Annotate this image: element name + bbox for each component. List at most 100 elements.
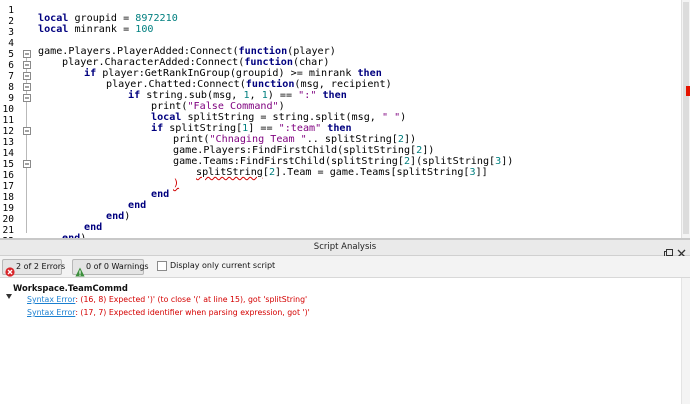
fold-minus-icon[interactable] xyxy=(23,83,31,91)
code-text: player: xyxy=(96,68,145,79)
line-number: 19 xyxy=(2,203,14,214)
editor-vertical-scrollbar[interactable] xyxy=(681,0,690,238)
line-number: 6 xyxy=(8,60,14,71)
code-text: game.Teams: xyxy=(173,156,240,167)
code-line: if splitString[1] == ":team" then xyxy=(151,123,352,134)
warnings-filter-button[interactable]: 0 of 0 Warnings xyxy=(72,259,149,277)
code-text: GetRankInGroup xyxy=(144,68,230,79)
error-row[interactable]: Syntax Error: (16, 8) Expected ')' (to c… xyxy=(27,295,307,304)
code-text: (player) xyxy=(287,46,336,57)
code-line: game.Teams:FindFirstChild(splitString[2]… xyxy=(173,156,513,167)
expanded-triangle-icon[interactable] xyxy=(6,285,12,299)
code-text: ) xyxy=(278,101,285,112)
code-area[interactable]: local groupid = 8972210 local minrank = … xyxy=(38,0,668,238)
code-text: , xyxy=(249,90,262,101)
code-line: if string.sub(msg, 1, 1) == ":" then xyxy=(128,90,347,101)
line-number: 4 xyxy=(8,38,14,49)
keyword: if xyxy=(151,123,164,134)
error-row[interactable]: Syntax Error: (17, 7) Expected identifie… xyxy=(27,308,310,317)
scrollbar-thumb[interactable] xyxy=(683,2,689,234)
errors-filter-button[interactable]: 2 of 2 Errors xyxy=(2,259,65,277)
error-marker[interactable] xyxy=(686,86,690,96)
line-number: 14 xyxy=(2,148,14,159)
code-text: CharacterAdded xyxy=(104,57,190,68)
code-text: (msg, recipient) xyxy=(294,79,392,90)
keyword: then xyxy=(321,123,352,134)
keyword: local xyxy=(38,24,69,35)
code-text: Chatted xyxy=(148,79,192,90)
code-text: groupid xyxy=(68,13,124,24)
code-line: if player:GetRankInGroup(groupid) >= min… xyxy=(84,68,382,79)
code-text: .. splitString[ xyxy=(306,134,398,145)
panel-title: Script Analysis xyxy=(313,242,377,252)
code-line: print("Chnaging Team ".. splitString[2]) xyxy=(173,134,416,145)
code-line: player.CharacterAdded:Connect(function(c… xyxy=(62,57,329,68)
display-only-current-label: Display only current script xyxy=(170,261,276,270)
line-number: 1 xyxy=(8,5,14,16)
keyword: local xyxy=(38,13,69,24)
line-number: 2 xyxy=(8,16,14,27)
code-text: ]) xyxy=(422,145,435,156)
syntax-error-link[interactable]: Syntax Error xyxy=(27,308,75,317)
code-text: FindFirstChild xyxy=(252,145,338,156)
error-icon xyxy=(5,262,15,277)
code-text: :Connect( xyxy=(191,79,246,90)
syntax-error-link[interactable]: Syntax Error xyxy=(27,295,75,304)
panel-titlebar: Script Analysis xyxy=(0,240,690,258)
display-only-current-checkbox[interactable] xyxy=(157,261,167,271)
keyword: if xyxy=(84,68,97,79)
keyword: end xyxy=(128,200,147,211)
script-node-title[interactable]: Workspace.TeamCommd xyxy=(13,283,128,293)
line-number: 17 xyxy=(2,181,14,192)
fold-minus-icon[interactable] xyxy=(23,160,31,168)
panel-vertical-scrollbar[interactable] xyxy=(681,278,690,404)
code-text: (splitString[ xyxy=(324,156,404,167)
code-line: print("False Command") xyxy=(151,101,285,112)
keyword: then xyxy=(357,68,382,79)
fold-minus-icon[interactable] xyxy=(23,94,31,102)
code-text: ].Team = game.Teams[splitString[ xyxy=(275,167,470,178)
code-text: minrank xyxy=(68,24,124,35)
code-line: local groupid = 8972210 xyxy=(38,13,178,24)
line-number: 15 xyxy=(2,159,14,170)
keyword: end xyxy=(151,189,170,200)
fold-minus-icon[interactable] xyxy=(23,50,31,58)
code-text: ]) xyxy=(501,156,514,167)
script-analysis-panel: Script Analysis 2 of 2 Errors 0 of 0 War… xyxy=(0,240,690,404)
code-text: ) xyxy=(400,112,407,123)
string-literal: ":team" xyxy=(278,123,322,134)
code-text: ) == xyxy=(267,90,299,101)
keyword: if xyxy=(128,90,141,101)
warning-icon xyxy=(75,262,85,277)
line-number: 12 xyxy=(2,126,14,137)
error-underlined-text: splitString xyxy=(196,167,263,178)
fold-minus-icon[interactable] xyxy=(23,72,31,80)
keyword: function xyxy=(244,57,293,68)
string-literal: "False Command" xyxy=(187,101,279,112)
code-text: player. xyxy=(62,57,105,68)
code-text: (splitString[ xyxy=(337,145,417,156)
line-number: 20 xyxy=(2,214,14,225)
line-number: 13 xyxy=(2,137,14,148)
keyword: end xyxy=(106,211,125,222)
undock-icon[interactable] xyxy=(664,243,673,258)
code-text: splitString[ xyxy=(163,123,243,134)
keyword: then xyxy=(316,90,347,101)
keyword: function xyxy=(245,79,295,90)
code-line: end xyxy=(151,189,169,200)
code-line: end xyxy=(84,222,102,233)
keyword: function xyxy=(238,46,288,57)
code-line: local minrank = 100 xyxy=(38,24,153,35)
code-line: end) xyxy=(106,211,130,222)
error-underlined-text: ) xyxy=(173,178,180,189)
line-number: 18 xyxy=(2,192,14,203)
code-line: ) xyxy=(173,178,179,189)
script-editor[interactable]: 1 2 3 4 5 6 7 8 9 10 11 12 13 14 15 16 1… xyxy=(0,0,690,238)
code-line: game.Players:FindFirstChild(splitString[… xyxy=(173,145,434,156)
fold-minus-icon[interactable] xyxy=(23,61,31,69)
fold-minus-icon[interactable] xyxy=(23,127,31,135)
line-number: 3 xyxy=(8,27,14,38)
line-number: 5 xyxy=(8,49,14,60)
analysis-results-tree: Workspace.TeamCommd Syntax Error: (16, 8… xyxy=(0,278,690,404)
close-icon[interactable] xyxy=(677,243,686,258)
